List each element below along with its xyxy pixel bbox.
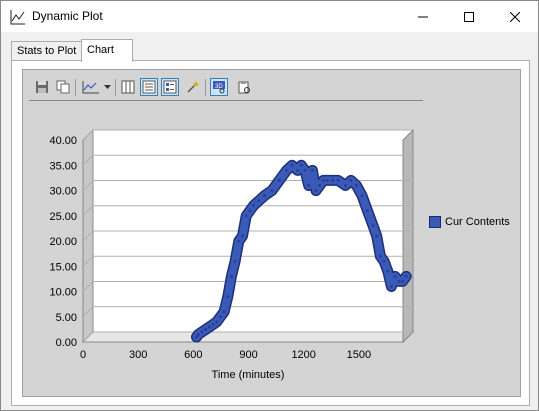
series-point	[314, 189, 318, 193]
series-point	[241, 234, 244, 238]
series-point	[277, 178, 281, 182]
series-point	[218, 315, 222, 319]
series-point	[252, 204, 255, 208]
x-tick-label: 900	[239, 349, 257, 361]
series-point	[389, 285, 393, 288]
x-tick-label: 1200	[291, 349, 315, 361]
series-point	[325, 178, 329, 182]
series-point	[290, 163, 294, 167]
series-point	[386, 269, 390, 273]
series-point	[229, 274, 233, 278]
series-point	[318, 184, 322, 187]
series-point	[285, 168, 289, 172]
y-tick-label: 5.00	[56, 312, 77, 324]
series-point	[296, 168, 300, 172]
y-tick-label: 30.00	[49, 186, 77, 198]
series-point	[310, 168, 314, 172]
series-point	[237, 239, 241, 243]
series-point	[215, 320, 219, 324]
chart-legend: Cur Contents	[429, 216, 510, 228]
title-bar[interactable]: Dynamic Plot	[1, 1, 538, 32]
y-tick-label: 20.00	[49, 236, 77, 248]
series-point	[257, 199, 261, 203]
x-axis-label: Time (minutes)	[212, 369, 285, 381]
series-point	[263, 194, 267, 198]
dynamic-plot-window: Dynamic Plot Stats to Plot Chart 3D 0.00…	[0, 0, 539, 411]
series-point	[349, 178, 353, 182]
y-tick-label: 0.00	[56, 337, 77, 349]
chart-app-icon	[10, 10, 25, 25]
y-tick-label: 15.00	[49, 261, 77, 273]
window-title: Dynamic Plot	[32, 9, 103, 23]
series-point	[226, 295, 230, 299]
series-point	[207, 325, 211, 329]
x-tick-label: 300	[129, 349, 147, 361]
maximize-button[interactable]	[446, 1, 492, 32]
series-point	[299, 163, 303, 167]
series-point	[331, 178, 335, 182]
series-point	[303, 168, 307, 172]
series-point	[233, 259, 237, 263]
y-tick-label: 10.00	[49, 287, 77, 299]
tab-stats-to-plot[interactable]: Stats to Plot	[11, 41, 87, 61]
series-point	[200, 330, 204, 334]
series-point	[401, 279, 404, 283]
series-point	[360, 194, 364, 198]
series-point	[195, 335, 198, 339]
plot-right-wall	[402, 128, 414, 344]
close-button[interactable]	[492, 1, 538, 32]
plot-floor	[81, 331, 415, 343]
chart-frame: 3D 0.00 5.00 10.00 15.00 20.00 25.00 30.00 35.0…	[22, 69, 521, 397]
series-point	[270, 189, 274, 193]
series-point	[393, 274, 397, 278]
y-tick-label: 40.00	[49, 135, 77, 147]
x-tick-label: 600	[184, 349, 202, 361]
series-point	[355, 184, 358, 187]
series-point	[375, 234, 379, 238]
y-tick-label: 35.00	[49, 160, 77, 172]
chart-plot: 0.00 5.00 10.00 15.00 20.00 25.00 30.00 35.00 40…	[49, 128, 415, 381]
chart-tab-panel: 3D 0.00 5.00 10.00 15.00 20.00 25.00 30.00 35.0…	[11, 60, 530, 406]
series-point	[397, 279, 401, 283]
tab-chart[interactable]: Chart	[81, 39, 133, 62]
series-point	[244, 214, 248, 218]
series-point	[211, 322, 215, 326]
legend-label: Cur Contents	[445, 216, 510, 228]
maximize-icon	[464, 11, 474, 22]
series-point	[196, 333, 200, 336]
minimize-icon	[418, 16, 428, 17]
series-point	[321, 178, 325, 182]
series-point	[248, 209, 252, 213]
series-point	[344, 184, 347, 187]
legend-swatch	[429, 216, 441, 228]
series-point	[366, 209, 369, 213]
series-point	[371, 224, 375, 228]
series-point	[404, 274, 408, 278]
series-point	[336, 178, 340, 182]
close-icon	[510, 11, 520, 22]
x-tick-label: 0	[80, 349, 86, 361]
series-point	[307, 184, 311, 187]
y-tick-label: 25.00	[49, 211, 77, 223]
series-point	[222, 310, 226, 314]
series-point	[378, 254, 382, 258]
series-point	[204, 327, 208, 331]
x-tick-label: 1500	[347, 349, 371, 361]
series-point	[382, 259, 386, 263]
minimize-button[interactable]	[400, 1, 446, 32]
